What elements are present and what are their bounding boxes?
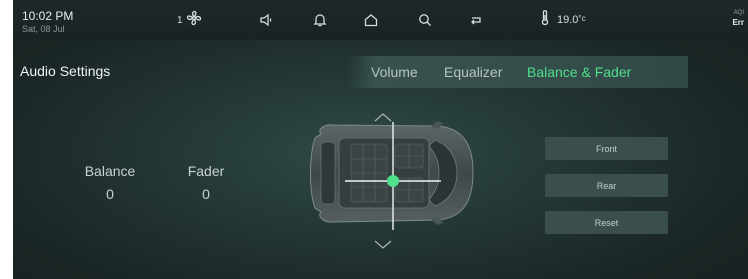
- fader-down-arrow[interactable]: [373, 238, 393, 256]
- aqi-value[interactable]: Err: [732, 18, 744, 27]
- speaker-icon[interactable]: [259, 8, 275, 32]
- fan-speed: 1: [177, 14, 183, 26]
- balance-fader-pad[interactable]: [303, 112, 483, 237]
- temperature-value: 19.0: [557, 14, 579, 26]
- balance-fader-position-marker: [387, 175, 399, 187]
- tab-bar: Volume Equalizer Balance & Fader: [348, 56, 688, 88]
- fan-icon: [186, 10, 202, 31]
- screen: 10:02 PM Sat, 08 Jul 1 19.0°c AQI Err Au…: [13, 0, 748, 279]
- rear-button[interactable]: Rear: [545, 174, 668, 197]
- thermometer-icon: [539, 9, 551, 32]
- reset-button[interactable]: Reset: [545, 211, 668, 234]
- home-icon[interactable]: [363, 8, 379, 32]
- balance-value: 0: [106, 186, 114, 202]
- temperature-unit: °c: [578, 14, 586, 23]
- clock-date: Sat, 08 Jul: [22, 24, 65, 34]
- search-icon[interactable]: [417, 8, 433, 32]
- clock-time: 10:02 PM: [22, 9, 74, 23]
- page-title: Audio Settings: [20, 63, 111, 79]
- bell-icon[interactable]: [312, 8, 328, 32]
- temperature-control[interactable]: 19.0°c: [539, 8, 586, 32]
- front-button[interactable]: Front: [545, 137, 668, 160]
- tab-equalizer[interactable]: Equalizer: [444, 64, 502, 80]
- tab-volume[interactable]: Volume: [371, 64, 418, 80]
- car-top-view: [310, 121, 474, 230]
- return-icon[interactable]: [468, 8, 484, 32]
- fan-control[interactable]: 1: [177, 8, 202, 32]
- tab-balance-fader[interactable]: Balance & Fader: [527, 64, 631, 80]
- aqi-label: AQI: [733, 10, 744, 16]
- status-bar: 10:02 PM Sat, 08 Jul 1 19.0°c AQI Err: [13, 0, 748, 40]
- fader-label: Fader: [187, 163, 225, 179]
- balance-label: Balance: [84, 163, 136, 179]
- fader-value: 0: [202, 186, 210, 202]
